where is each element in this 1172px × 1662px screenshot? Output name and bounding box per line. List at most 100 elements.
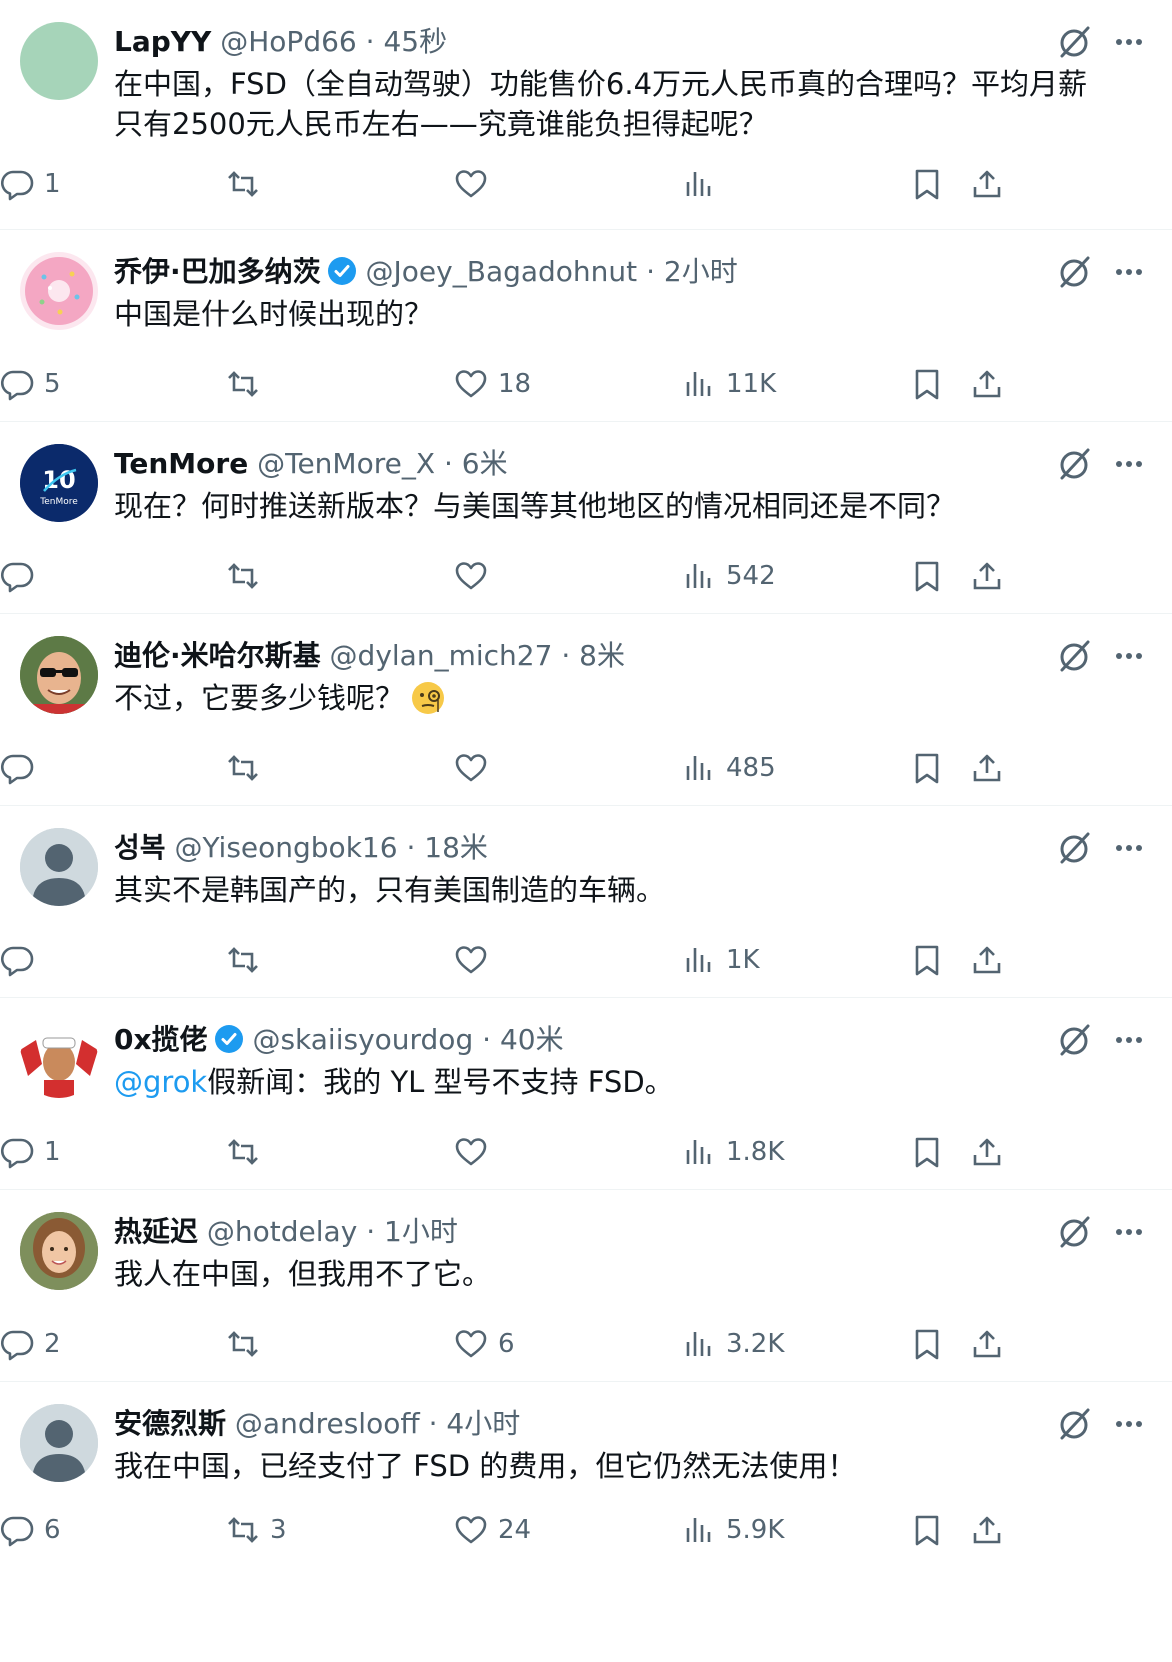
grok-icon[interactable] [1056,638,1092,674]
grok-icon[interactable] [1056,830,1092,866]
mention-link[interactable]: @grok [114,1065,207,1099]
avatar[interactable] [20,636,98,714]
handle[interactable]: @dylan_mich27 [330,639,553,672]
avatar[interactable] [20,1404,98,1482]
timestamp[interactable]: 45秒 [383,25,447,58]
tweet[interactable]: 성복 @Yiseongbok16 · 18米 其实不是韩国产的，只有美国制造的车… [0,806,1172,998]
like-button[interactable] [454,748,498,788]
handle[interactable]: @Joey_Bagadohnut [366,255,638,288]
bookmark-button[interactable] [910,1132,944,1172]
tweet[interactable]: 乔伊·巴加多纳茨 @Joey_Bagadohnut · 2小时 中国是什么时候出… [0,230,1172,422]
views-button[interactable]: 542 [682,556,776,596]
like-button[interactable]: 24 [454,1510,531,1550]
bookmark-button[interactable] [910,164,944,204]
handle[interactable]: @hotdelay [207,1215,357,1248]
display-name[interactable]: 迪伦·米哈尔斯基 [114,639,321,672]
retweet-button[interactable] [226,1324,270,1364]
avatar[interactable] [20,22,98,100]
handle[interactable]: @skaiisyourdog [252,1023,473,1056]
handle[interactable]: @HoPd66 [220,25,356,58]
reply-button[interactable] [0,556,44,596]
share-button[interactable] [970,748,1004,788]
tweet[interactable]: 迪伦·米哈尔斯基 @dylan_mich27 · 8米 不过，它要多少钱呢？ 4… [0,614,1172,806]
handle[interactable]: @TenMore_X [257,447,435,480]
views-button[interactable]: 3.2K [682,1324,784,1364]
retweet-button[interactable] [226,164,270,204]
grok-icon[interactable] [1056,1022,1092,1058]
views-button[interactable]: 1K [682,940,760,980]
avatar[interactable] [20,252,98,330]
avatar[interactable]: 10 TenMore [20,444,98,522]
share-button[interactable] [970,556,1004,596]
grok-icon[interactable] [1056,1406,1092,1442]
display-name[interactable]: 乔伊·巴加多纳茨 [114,255,321,288]
views-button[interactable] [682,164,726,204]
more-icon[interactable] [1114,1409,1144,1439]
like-button[interactable] [454,164,498,204]
tweet[interactable]: LapYY @HoPd66 · 45秒 在中国，FSD（全自动驾驶）功能售价6.… [0,0,1172,230]
bookmark-button[interactable] [910,364,944,404]
like-button[interactable] [454,1132,498,1172]
display-name[interactable]: LapYY [114,25,211,58]
more-icon[interactable] [1114,449,1144,479]
reply-button[interactable] [0,748,44,788]
timestamp[interactable]: 18米 [424,831,488,864]
handle[interactable]: @Yiseongbok16 [174,831,397,864]
retweet-button[interactable]: 3 [226,1510,287,1550]
display-name[interactable]: 安德烈斯 [114,1407,226,1440]
share-button[interactable] [970,1132,1004,1172]
like-button[interactable] [454,940,498,980]
avatar[interactable] [20,1020,98,1098]
retweet-button[interactable] [226,940,270,980]
more-icon[interactable] [1114,1025,1144,1055]
retweet-button[interactable] [226,556,270,596]
tweet[interactable]: 10 TenMore TenMore @TenMore_X · 6米 现在？何时推… [0,422,1172,614]
display-name[interactable]: 0x揽佬 [114,1023,208,1056]
retweet-button[interactable] [226,748,270,788]
avatar[interactable] [20,828,98,906]
avatar[interactable] [20,1212,98,1290]
share-button[interactable] [970,364,1004,404]
timestamp[interactable]: 8米 [579,639,625,672]
grok-icon[interactable] [1056,254,1092,290]
retweet-button[interactable] [226,1132,270,1172]
like-button[interactable]: 18 [454,364,531,404]
more-icon[interactable] [1114,27,1144,57]
share-button[interactable] [970,1510,1004,1550]
reply-button[interactable]: 1 [0,1132,61,1172]
more-icon[interactable] [1114,1217,1144,1247]
tweet[interactable]: 安德烈斯 @andreslooff · 4小时 我在中国，已经支付了 FSD 的… [0,1382,1172,1662]
like-button[interactable]: 6 [454,1324,515,1364]
views-button[interactable]: 11K [682,364,776,404]
display-name[interactable]: 성복 [114,831,166,864]
like-button[interactable] [454,556,498,596]
views-button[interactable]: 1.8K [682,1132,784,1172]
timestamp[interactable]: 1小时 [384,1215,458,1248]
display-name[interactable]: TenMore [114,447,248,480]
bookmark-button[interactable] [910,1510,944,1550]
timestamp[interactable]: 6米 [462,447,508,480]
more-icon[interactable] [1114,833,1144,863]
bookmark-button[interactable] [910,940,944,980]
reply-button[interactable]: 6 [0,1510,61,1550]
more-icon[interactable] [1114,257,1144,287]
more-icon[interactable] [1114,641,1144,671]
grok-icon[interactable] [1056,24,1092,60]
reply-button[interactable]: 1 [0,164,61,204]
timestamp[interactable]: 2小时 [664,255,738,288]
views-button[interactable]: 5.9K [682,1510,784,1550]
share-button[interactable] [970,1324,1004,1364]
grok-icon[interactable] [1056,446,1092,482]
grok-icon[interactable] [1056,1214,1092,1250]
reply-button[interactable]: 5 [0,364,61,404]
bookmark-button[interactable] [910,748,944,788]
bookmark-button[interactable] [910,556,944,596]
share-button[interactable] [970,940,1004,980]
bookmark-button[interactable] [910,1324,944,1364]
reply-button[interactable]: 2 [0,1324,61,1364]
tweet[interactable]: 热延迟 @hotdelay · 1小时 我人在中国，但我用不了它。 2 6 3.2K [0,1190,1172,1382]
tweet[interactable]: 0x揽佬 @skaiisyourdog · 40米 @grok假新闻：我的 YL… [0,998,1172,1190]
display-name[interactable]: 热延迟 [114,1215,198,1248]
handle[interactable]: @andreslooff [235,1407,420,1440]
share-button[interactable] [970,164,1004,204]
